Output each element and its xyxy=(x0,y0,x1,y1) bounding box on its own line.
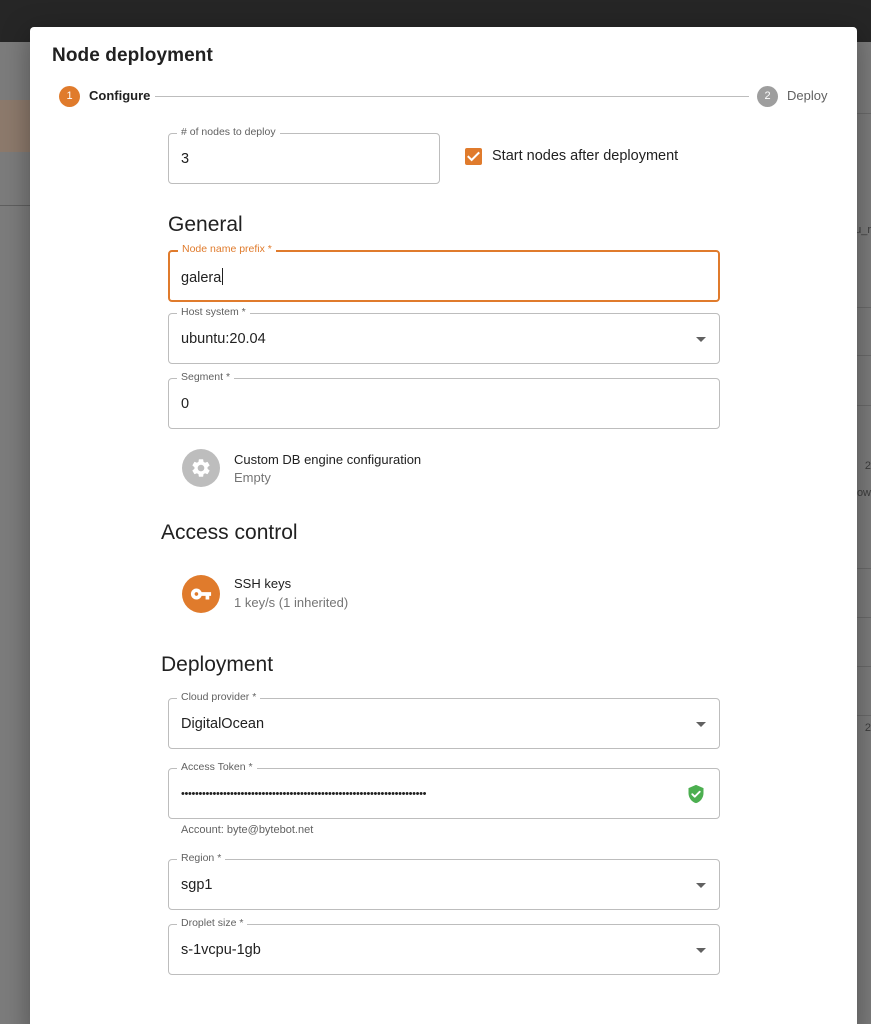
droplet-size-value: s-1vcpu-1gb xyxy=(181,942,261,958)
start-nodes-checkbox[interactable] xyxy=(465,148,482,165)
dropdown-arrow-icon[interactable] xyxy=(696,337,706,342)
access-control-heading: Access control xyxy=(161,521,298,544)
node-name-prefix-label: Node name prefix * xyxy=(178,243,276,255)
background-text-fragment: u_r xyxy=(855,224,871,236)
cloud-provider-select[interactable]: Cloud provider * DigitalOcean xyxy=(168,691,720,749)
dropdown-arrow-icon[interactable] xyxy=(696,722,706,727)
stepper-connector xyxy=(155,96,749,97)
node-name-prefix-value-wrap: galera xyxy=(181,268,224,286)
host-system-label: Host system * xyxy=(177,306,250,318)
background-divider xyxy=(857,307,871,308)
gear-icon[interactable] xyxy=(182,449,220,487)
droplet-size-label: Droplet size * xyxy=(177,917,248,929)
text-caret xyxy=(222,268,224,285)
verified-shield-icon xyxy=(688,784,704,804)
segment-label: Segment * xyxy=(177,371,235,383)
access-token-masked-value: ••••••••••••••••••••••••••••••••••••••••… xyxy=(181,788,427,800)
dropdown-arrow-icon[interactable] xyxy=(696,883,706,888)
background-divider xyxy=(857,715,871,716)
dropdown-arrow-icon[interactable] xyxy=(696,948,706,953)
region-value: sgp1 xyxy=(181,877,213,893)
checkmark-icon xyxy=(467,151,480,162)
background-divider xyxy=(857,113,871,114)
node-name-prefix-field[interactable]: Node name prefix * galera xyxy=(168,243,720,302)
custom-engine-subtitle: Empty xyxy=(234,470,271,485)
background-text-fragment: 2 xyxy=(864,460,871,472)
ssh-keys-title[interactable]: SSH keys xyxy=(234,576,291,591)
host-system-value: ubuntu:20.04 xyxy=(181,331,266,347)
cloud-provider-label: Cloud provider * xyxy=(177,691,261,703)
background-divider xyxy=(857,355,871,356)
segment-value: 0 xyxy=(181,396,190,412)
key-icon-glyph xyxy=(190,588,212,600)
segment-field[interactable]: Segment * 0 xyxy=(168,371,720,429)
region-label: Region * xyxy=(177,852,226,864)
background-divider xyxy=(857,617,871,618)
region-select[interactable]: Region * sgp1 xyxy=(168,852,720,910)
deployment-heading: Deployment xyxy=(161,653,274,676)
access-token-helper: Account: byte@bytebot.net xyxy=(181,824,314,836)
background-divider xyxy=(857,405,871,406)
nodes-count-label: # of nodes to deploy xyxy=(177,126,280,138)
gear-icon-glyph xyxy=(192,459,210,477)
background-text-fragment: ow xyxy=(856,487,871,499)
background-divider xyxy=(0,205,30,206)
host-system-select[interactable]: Host system * ubuntu:20.04 xyxy=(168,306,720,364)
step-2-indicator[interactable]: 2 xyxy=(757,86,778,107)
nodes-count-value: 3 xyxy=(181,151,190,167)
step-2-label[interactable]: Deploy xyxy=(787,88,827,103)
general-heading: General xyxy=(168,213,243,236)
dialog-title: Node deployment xyxy=(52,45,213,66)
background-highlight-row xyxy=(0,100,30,152)
background-text-fragment: 2 xyxy=(864,722,871,734)
node-deployment-dialog: Node deployment 1 Configure 2 Deploy # o… xyxy=(30,27,857,1024)
access-token-label: Access Token * xyxy=(177,761,257,773)
step-1-indicator[interactable]: 1 xyxy=(59,86,80,107)
start-nodes-label[interactable]: Start nodes after deployment xyxy=(492,148,678,164)
cloud-provider-value: DigitalOcean xyxy=(181,716,265,732)
droplet-size-select[interactable]: Droplet size * s-1vcpu-1gb xyxy=(168,917,720,975)
background-divider xyxy=(857,666,871,667)
access-token-field[interactable]: Access Token * •••••••••••••••••••••••••… xyxy=(168,761,720,819)
node-name-prefix-value: galera xyxy=(181,270,222,286)
step-1-label[interactable]: Configure xyxy=(89,88,150,103)
custom-engine-title[interactable]: Custom DB engine configuration xyxy=(234,452,421,467)
nodes-count-field[interactable]: # of nodes to deploy 3 xyxy=(168,126,440,184)
ssh-keys-subtitle: 1 key/s (1 inherited) xyxy=(234,595,349,610)
background-divider xyxy=(857,568,871,569)
key-icon[interactable] xyxy=(182,575,220,613)
